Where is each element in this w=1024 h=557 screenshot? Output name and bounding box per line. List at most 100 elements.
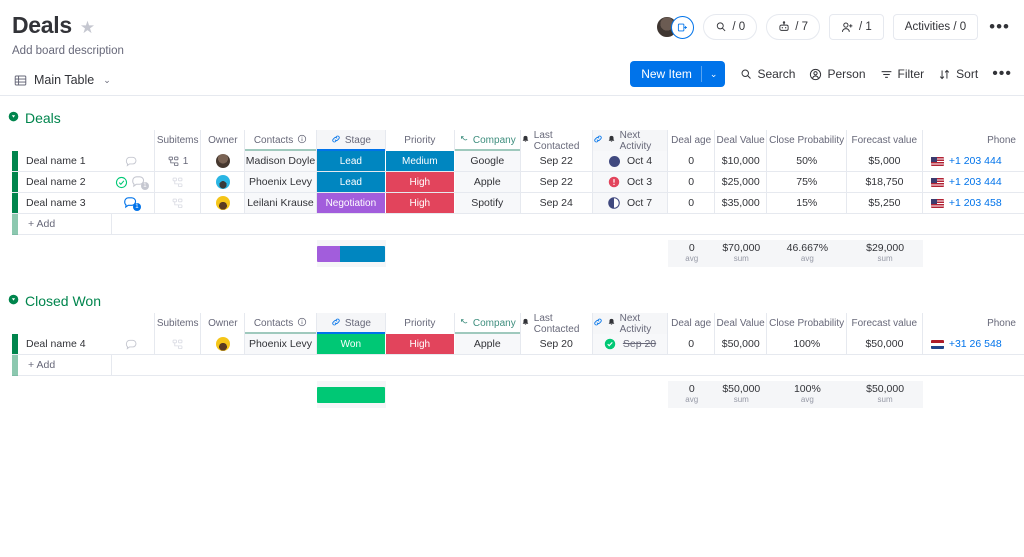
- toolbar-more-button[interactable]: •••: [992, 66, 1012, 82]
- row-next-activity-cell[interactable]: Sep 20: [592, 334, 669, 355]
- row-name-cell[interactable]: Deal name 3: [12, 193, 110, 214]
- row-stage-cell[interactable]: Won: [316, 334, 386, 355]
- row-next-activity-cell[interactable]: Oct 7: [592, 193, 669, 214]
- row-company-cell[interactable]: Apple: [454, 334, 521, 355]
- group-header[interactable]: Deals: [0, 106, 1024, 130]
- column-header-contacts[interactable]: Contacts: [245, 130, 317, 151]
- sort-button[interactable]: Sort: [938, 67, 978, 81]
- column-header-company[interactable]: Company: [454, 313, 521, 334]
- row-owner-cell[interactable]: [201, 151, 246, 172]
- summary-deal-value[interactable]: $50,000 sum: [715, 381, 768, 408]
- row-deal-age-cell[interactable]: 0: [668, 172, 715, 193]
- row-deal-value-cell[interactable]: $10,000: [715, 151, 768, 172]
- row-contacts-cell[interactable]: Madison Doyle: [245, 151, 317, 172]
- avatar[interactable]: [215, 154, 230, 168]
- row-company-cell[interactable]: Spotify: [454, 193, 521, 214]
- subitems-icon[interactable]: [167, 155, 180, 168]
- row-phone-cell[interactable]: +1 203 444: [922, 151, 1024, 172]
- summary-close-probability[interactable]: 46.667% avg: [767, 240, 848, 267]
- summary-forecast-value[interactable]: $50,000 sum: [847, 381, 923, 408]
- add-item-row[interactable]: + Add: [0, 354, 1024, 376]
- row-chat-cell[interactable]: 1: [109, 172, 155, 193]
- group-title[interactable]: Deals: [25, 110, 61, 126]
- navy-circle-icon[interactable]: [608, 155, 621, 168]
- column-header-subitems[interactable]: Subitems: [154, 130, 202, 151]
- row-forecast-value-cell[interactable]: $5,250: [847, 193, 923, 214]
- column-header-deal-age[interactable]: Deal age: [668, 313, 715, 334]
- row-stage-cell[interactable]: Negotiation: [316, 193, 386, 214]
- row-next-activity-cell[interactable]: Oct 4: [592, 151, 669, 172]
- row-chat-cell[interactable]: 1: [109, 193, 155, 214]
- group-header[interactable]: Closed Won: [0, 289, 1024, 313]
- row-subitems-cell[interactable]: [154, 334, 202, 355]
- row-priority-cell[interactable]: High: [385, 193, 455, 214]
- table-row[interactable]: Deal name 1 1 Madison Doyle Lead Medium Googl…: [0, 151, 1024, 172]
- row-deal-value-cell[interactable]: $35,000: [715, 193, 768, 214]
- column-header-deal-age[interactable]: Deal age: [668, 130, 715, 151]
- row-close-probability-cell[interactable]: 100%: [767, 334, 848, 355]
- board-more-menu-button[interactable]: •••: [987, 18, 1012, 35]
- row-name-cell[interactable]: Deal name 1: [12, 151, 110, 172]
- row-company-cell[interactable]: Apple: [454, 172, 521, 193]
- column-header-contacts[interactable]: Contacts: [245, 313, 317, 334]
- column-header-deal-value[interactable]: Deal Value: [714, 313, 768, 334]
- summary-stage-distribution[interactable]: [316, 381, 386, 408]
- summary-close-probability[interactable]: 100% avg: [767, 381, 848, 408]
- column-header-owner[interactable]: Owner: [201, 130, 246, 151]
- row-forecast-value-cell[interactable]: $18,750: [847, 172, 923, 193]
- info-icon[interactable]: [297, 134, 307, 147]
- row-name-cell[interactable]: Deal name 4: [12, 334, 110, 355]
- row-deal-age-cell[interactable]: 0: [668, 193, 715, 214]
- summary-deal-age[interactable]: 0 avg: [668, 240, 716, 267]
- subitems-icon[interactable]: [171, 176, 184, 189]
- chat-bubble-icon[interactable]: [125, 338, 138, 351]
- row-close-probability-cell[interactable]: 15%: [767, 193, 848, 214]
- filter-button[interactable]: Filter: [880, 67, 924, 81]
- summary-deal-value[interactable]: $70,000 sum: [715, 240, 768, 267]
- row-phone-cell[interactable]: +1 203 444: [922, 172, 1024, 193]
- row-priority-cell[interactable]: High: [385, 172, 455, 193]
- row-subitems-cell[interactable]: 1: [154, 151, 202, 172]
- row-deal-value-cell[interactable]: $25,000: [715, 172, 768, 193]
- column-header-owner[interactable]: Owner: [201, 313, 246, 334]
- collapse-icon[interactable]: [8, 111, 19, 125]
- row-contacts-cell[interactable]: Phoenix Levy: [245, 172, 317, 193]
- row-close-probability-cell[interactable]: 75%: [767, 172, 848, 193]
- row-priority-cell[interactable]: High: [385, 334, 455, 355]
- group-title[interactable]: Closed Won: [25, 293, 101, 309]
- row-stage-cell[interactable]: Lead: [316, 151, 386, 172]
- row-owner-cell[interactable]: [201, 334, 246, 355]
- invite-button[interactable]: / 1: [828, 14, 884, 40]
- row-stage-cell[interactable]: Lead: [316, 172, 386, 193]
- column-header-close-probability[interactable]: Close Probability: [767, 130, 847, 151]
- row-deal-value-cell[interactable]: $50,000: [715, 334, 768, 355]
- row-company-cell[interactable]: Google: [454, 151, 521, 172]
- row-next-activity-cell[interactable]: Oct 3: [592, 172, 669, 193]
- automations-button[interactable]: / 0: [703, 14, 758, 40]
- column-header-name[interactable]: [12, 313, 110, 334]
- row-subitems-cell[interactable]: [154, 193, 202, 214]
- row-owner-cell[interactable]: [201, 193, 246, 214]
- chevron-down-icon[interactable]: ⌄: [103, 75, 111, 86]
- column-header-priority[interactable]: Priority: [385, 130, 455, 151]
- column-header-name[interactable]: [12, 130, 110, 151]
- column-header-priority[interactable]: Priority: [385, 313, 455, 334]
- column-header-next-activity[interactable]: Next Activity: [592, 313, 669, 335]
- row-last-contacted-cell[interactable]: Sep 20: [520, 334, 593, 355]
- column-header-last-contacted[interactable]: Last Contacted: [520, 313, 593, 335]
- column-header-subitems[interactable]: Subitems: [154, 313, 202, 334]
- row-forecast-value-cell[interactable]: $5,000: [847, 151, 923, 172]
- row-last-contacted-cell[interactable]: Sep 22: [520, 172, 593, 193]
- column-header-phone[interactable]: Phone: [922, 130, 1024, 151]
- table-row[interactable]: Deal name 3 1 Leilani Krause Negotiation Hig…: [0, 193, 1024, 214]
- board-description[interactable]: Add board description: [12, 45, 1008, 57]
- avatar-group[interactable]: [656, 15, 695, 39]
- table-row[interactable]: Deal name 4 Phoenix Levy Won High Apple Sep 2…: [0, 334, 1024, 355]
- person-filter-button[interactable]: Person: [809, 67, 866, 81]
- invite-member-icon[interactable]: [671, 15, 695, 39]
- summary-stage-distribution[interactable]: [316, 240, 386, 267]
- alert-circle-icon[interactable]: [608, 176, 621, 189]
- row-phone-cell[interactable]: +1 203 458: [922, 193, 1024, 214]
- info-icon[interactable]: [297, 317, 307, 330]
- column-header-company[interactable]: Company: [454, 130, 521, 151]
